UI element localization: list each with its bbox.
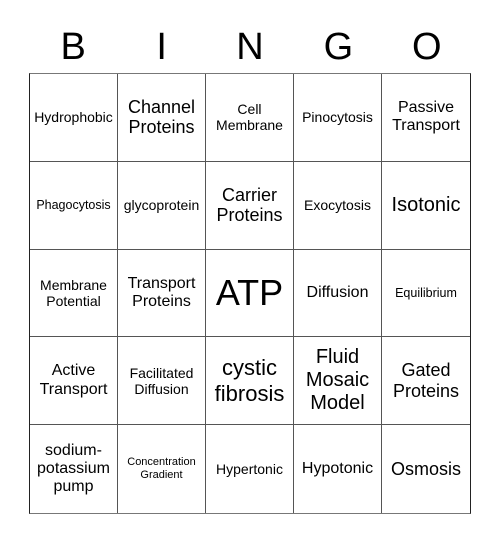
bingo-cell[interactable]: Diffusion [294,249,382,338]
header-letter-b: B [60,26,86,68]
bingo-cell[interactable]: Hypotonic [294,425,382,513]
bingo-cell[interactable]: Active Transport [30,337,118,426]
bingo-cell[interactable]: Gated Proteins [382,337,470,426]
bingo-cell[interactable]: glycoprotein [118,161,206,250]
header-letter-i: I [156,26,167,68]
bingo-header: B I N G O [29,22,471,72]
bingo-cell[interactable]: Hypertonic [206,425,294,513]
bingo-cell[interactable]: Phagocytosis [30,161,118,250]
bingo-cell[interactable]: Fluid Mosaic Model [294,337,382,426]
header-letter-o: O [412,26,442,68]
bingo-cell[interactable]: sodium- potassium pump [30,425,118,513]
bingo-cell[interactable]: Membrane Potential [30,249,118,338]
header-letter-n: N [236,26,264,68]
bingo-cell[interactable]: Isotonic [382,162,470,250]
bingo-board: Hydrophobic Channel Proteins Cell Membra… [29,73,471,514]
bingo-cell[interactable]: Equilibrium [382,250,470,338]
bingo-cell[interactable]: ATP [206,249,294,338]
bingo-cell[interactable]: Pinocytosis [294,74,382,162]
bingo-cell[interactable]: Concentration Gradient [118,425,206,513]
bingo-cell[interactable]: Hydrophobic [30,74,118,162]
bingo-cell[interactable]: Facilitated Diffusion [118,337,206,426]
bingo-cell[interactable]: Osmosis [382,425,470,513]
bingo-cell[interactable]: Channel Proteins [118,74,206,162]
bingo-cell[interactable]: cystic fibrosis [206,337,294,426]
bingo-cell[interactable]: Passive Transport [382,74,470,162]
header-letter-g: G [323,26,354,68]
bingo-cell[interactable]: Transport Proteins [118,249,206,338]
bingo-cell[interactable]: Carrier Proteins [206,161,294,250]
bingo-cell[interactable]: Exocytosis [294,161,382,250]
bingo-cell[interactable]: Cell Membrane [206,74,294,162]
